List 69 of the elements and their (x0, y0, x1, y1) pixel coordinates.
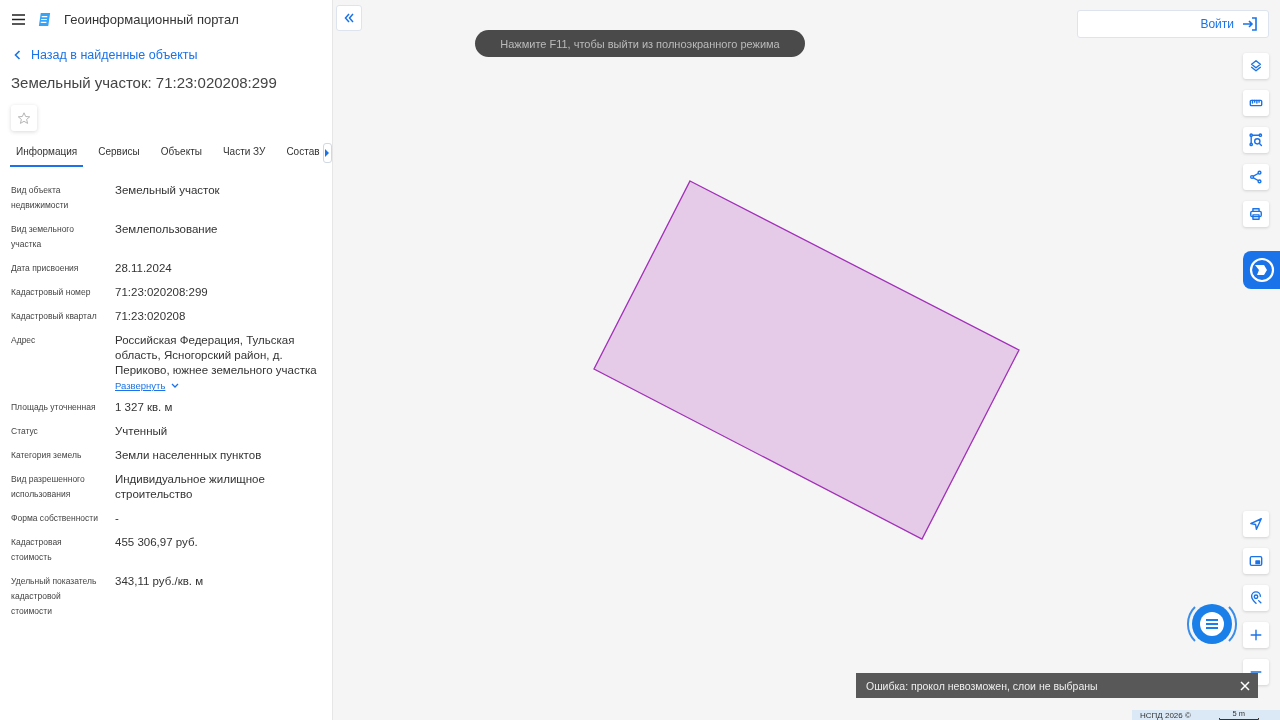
navigation-icon (1249, 517, 1263, 531)
zoom-in-button[interactable] (1243, 622, 1269, 648)
property-label: Вид объекта недвижимости (11, 184, 70, 212)
tab[interactable]: Объекты (154, 139, 208, 167)
location-search-icon (1249, 591, 1263, 605)
login-icon (1242, 17, 1258, 31)
attribution: НСПД 2026 © (1140, 710, 1191, 720)
ruler-button[interactable] (1243, 90, 1269, 116)
minimap-button[interactable] (1243, 548, 1269, 574)
tab[interactable]: Состав (280, 139, 326, 167)
layers-button[interactable] (1243, 53, 1269, 79)
layers-icon (1249, 59, 1263, 73)
property-value: - (115, 511, 119, 526)
property-value: 28.11.2024 (115, 261, 172, 276)
property-value: 455 306,97 руб. (115, 535, 198, 550)
location-search-button[interactable] (1243, 585, 1269, 611)
error-message: Ошибка: прокол невозможен, слои не выбраны (866, 679, 1098, 692)
zoom-in-icon (1249, 628, 1263, 642)
collapse-panel-button[interactable] (336, 5, 362, 31)
star-icon (17, 110, 31, 126)
navigation-button[interactable] (1243, 511, 1269, 537)
property-value: Учтенный (115, 424, 168, 439)
property-value: 343,11 руб./кв. м (115, 574, 204, 589)
portal-title: Геоинформационный портал (64, 11, 239, 27)
property-label: Вид разрешенного использования (11, 473, 86, 501)
property-label: Статус (11, 425, 39, 438)
property-value: Земельный участок (115, 183, 220, 198)
area-search-icon (1249, 133, 1263, 147)
property-value: 71:23:020208:299 (115, 285, 208, 300)
property-label: Кадастровый номер (11, 286, 92, 299)
property-value: Индивидуальное жилищное строительство (115, 472, 266, 502)
property-value: Российская Федерация, Тульская область, Ясногорский район, д. Периково, южнее земельного участка (115, 333, 318, 378)
feedback-button[interactable] (1243, 251, 1280, 289)
property-label: Вид земельного участка (11, 223, 75, 251)
chevron-icon (171, 382, 180, 389)
close-icon[interactable] (1240, 680, 1250, 691)
property-value: Землепользование (115, 222, 218, 237)
fullscreen-hint: Нажмите F11, чтобы выйти из полноэкранного режима (475, 30, 805, 57)
property-label: Кадастровая стоимость (11, 536, 63, 564)
property-label: Удельный показатель кадастровой стоимости (11, 575, 98, 618)
property-label: Адрес (11, 334, 37, 347)
property-label: Кадастровый квартал (11, 310, 98, 323)
property-value: Земли населенных пунктов (115, 448, 262, 463)
minimap-icon (1249, 554, 1263, 568)
print-icon (1249, 207, 1263, 221)
area-search-button[interactable] (1243, 127, 1269, 153)
object-title: Земельный участок: 71:23:020208:299 (10, 73, 278, 91)
double-chevron-icon (344, 13, 354, 23)
property-value: 71:23:020208 (115, 309, 186, 324)
tab[interactable]: Части ЗУ (216, 139, 272, 167)
print-button[interactable] (1243, 201, 1269, 227)
back-link[interactable]: Назад в найденные объекты (0, 28, 332, 62)
property-label: Площадь уточненная (11, 401, 97, 414)
share-icon (1249, 170, 1263, 184)
logo-icon (37, 11, 52, 27)
tab[interactable]: Информация (10, 139, 84, 167)
share-button[interactable] (1243, 164, 1269, 190)
property-label: Категория земель (11, 449, 83, 462)
menu-icon[interactable] (12, 13, 25, 25)
caret-icon (324, 149, 331, 157)
back-icon (14, 50, 21, 60)
tab[interactable]: Сервисы (92, 139, 146, 167)
scroll-tabs-button[interactable] (322, 143, 332, 163)
scale-bar (1218, 718, 1259, 720)
property-label: Дата присвоения (11, 262, 80, 275)
property-label: Форма собственности (11, 512, 99, 525)
expand-link[interactable]: Развернуть (115, 378, 180, 391)
login-button[interactable]: Войти (1077, 10, 1269, 38)
property-value: 1 327 кв. м (115, 400, 173, 415)
